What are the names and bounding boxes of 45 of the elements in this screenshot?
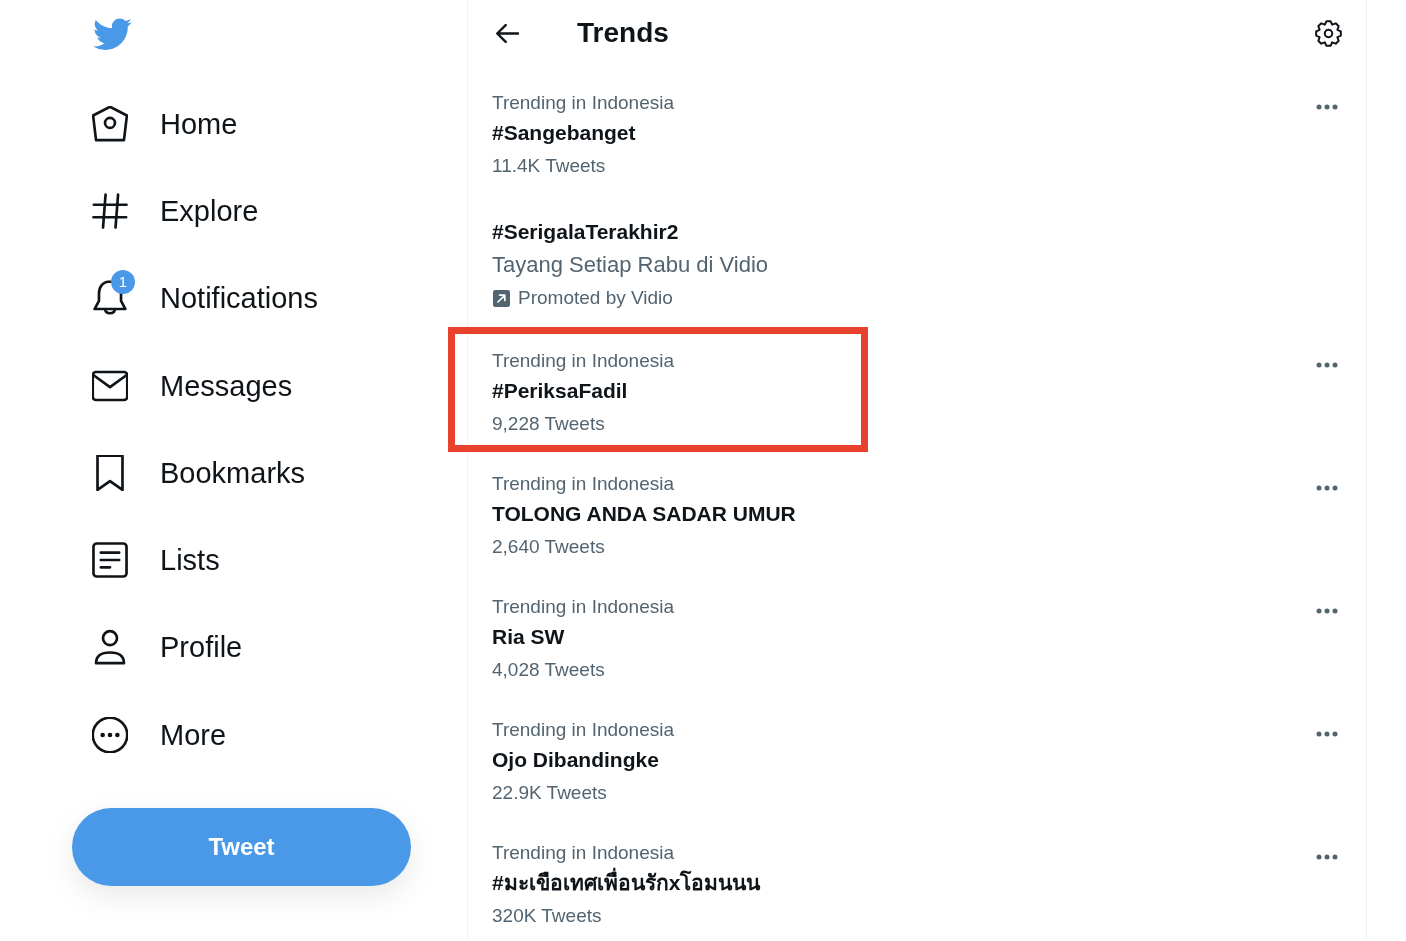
trend-title[interactable]: #มะเขือเทศเพื่อนรักxโอมนนน	[492, 865, 761, 901]
more-options-icon[interactable]	[1316, 362, 1338, 368]
hash-icon[interactable]	[92, 192, 128, 229]
trend-context: Trending in Indonesia	[492, 91, 675, 115]
trend-title[interactable]: Ria SW	[492, 619, 565, 655]
promo-description: Tayang Setiap Rabu di Vidio	[492, 251, 768, 279]
trend-context: Trending in Indonesia	[492, 472, 675, 496]
nav-link[interactable]: Home	[160, 105, 238, 142]
person-icon[interactable]	[92, 629, 128, 666]
tweet-count: 9,228 Tweets	[492, 412, 605, 436]
trend-title[interactable]: #Sangebanget	[492, 115, 636, 151]
trend-title[interactable]: #PeriksaFadil	[492, 373, 628, 409]
settings-icon[interactable]	[1315, 19, 1342, 47]
count-badge: 1	[111, 270, 135, 295]
tweet-count: 320K Tweets	[492, 904, 602, 928]
nav-link[interactable]: More	[160, 716, 227, 753]
trend-context: Trending in Indonesia	[492, 349, 675, 373]
bird-icon[interactable]	[92, 18, 132, 51]
more-options-icon[interactable]	[1316, 104, 1338, 110]
tweet-count: 4,028 Tweets	[492, 658, 605, 682]
more-options-icon[interactable]	[1316, 854, 1338, 860]
trend-context: Trending in Indonesia	[492, 595, 675, 619]
back-arrow-icon[interactable]	[496, 23, 519, 43]
nav-link[interactable]: Explore	[160, 192, 259, 229]
trend-title[interactable]: Ojo Dibandingke	[492, 742, 659, 778]
trend-title[interactable]: TOLONG ANDA SADAR UMUR	[492, 496, 796, 532]
more-options-icon[interactable]	[1316, 731, 1338, 737]
nav-link[interactable]: Lists	[160, 542, 220, 579]
more-options-icon[interactable]	[1316, 608, 1338, 614]
trend-title[interactable]: #SerigalaTerakhir2	[492, 214, 679, 250]
nav-link[interactable]: Messages	[160, 367, 293, 404]
house-icon[interactable]	[92, 105, 128, 142]
tweet-count: 11.4K Tweets	[492, 154, 606, 178]
tweet-count: 2,640 Tweets	[492, 535, 605, 559]
page-title: Trends	[577, 16, 669, 50]
nav-link[interactable]: Profile	[160, 629, 243, 666]
more-options-icon[interactable]	[1316, 485, 1338, 491]
nav-link[interactable]: Notifications	[160, 280, 318, 317]
arrow-tile-icon	[493, 289, 510, 307]
trend-context: Trending in Indonesia	[492, 718, 675, 742]
nav-link[interactable]: Bookmarks	[160, 454, 306, 491]
tweet-count: 22.9K Tweets	[492, 781, 607, 805]
promoted-label: Promoted by Vidio	[518, 286, 673, 310]
list-icon[interactable]	[92, 542, 128, 579]
trend-context: Trending in Indonesia	[492, 841, 675, 865]
